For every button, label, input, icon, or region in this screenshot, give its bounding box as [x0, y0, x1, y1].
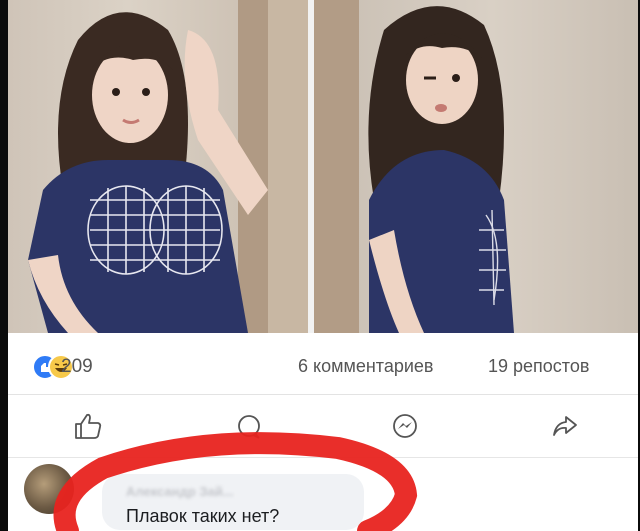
photo-left-illustration	[28, 0, 308, 333]
comment-bubble[interactable]: Александр Зай... Плавок таких нет?	[102, 474, 364, 530]
post-stats: 209 6 комментариев 19 репостов	[8, 334, 638, 395]
photo-right-illustration	[314, 0, 514, 333]
post-photo-right[interactable]	[314, 0, 638, 333]
avatar[interactable]	[24, 464, 74, 514]
reposts-count[interactable]: 19 репостов	[488, 356, 589, 377]
reactions-count[interactable]: 209	[61, 356, 93, 378]
messenger-icon[interactable]	[388, 411, 422, 441]
comment-item: Александр Зай... Плавок таких нет?	[8, 458, 638, 531]
comments-count[interactable]: 6 комментариев	[298, 356, 434, 377]
comment-icon[interactable]	[232, 411, 266, 441]
share-icon[interactable]	[548, 411, 582, 441]
post-actions	[8, 395, 638, 458]
comment-text: Плавок таких нет?	[126, 506, 280, 526]
comment-author[interactable]: Александр Зай...	[126, 484, 234, 499]
post-photo-left[interactable]	[8, 0, 308, 333]
like-icon[interactable]	[72, 411, 106, 441]
post-card: 209 6 комментариев 19 репостов Александр…	[8, 0, 638, 531]
